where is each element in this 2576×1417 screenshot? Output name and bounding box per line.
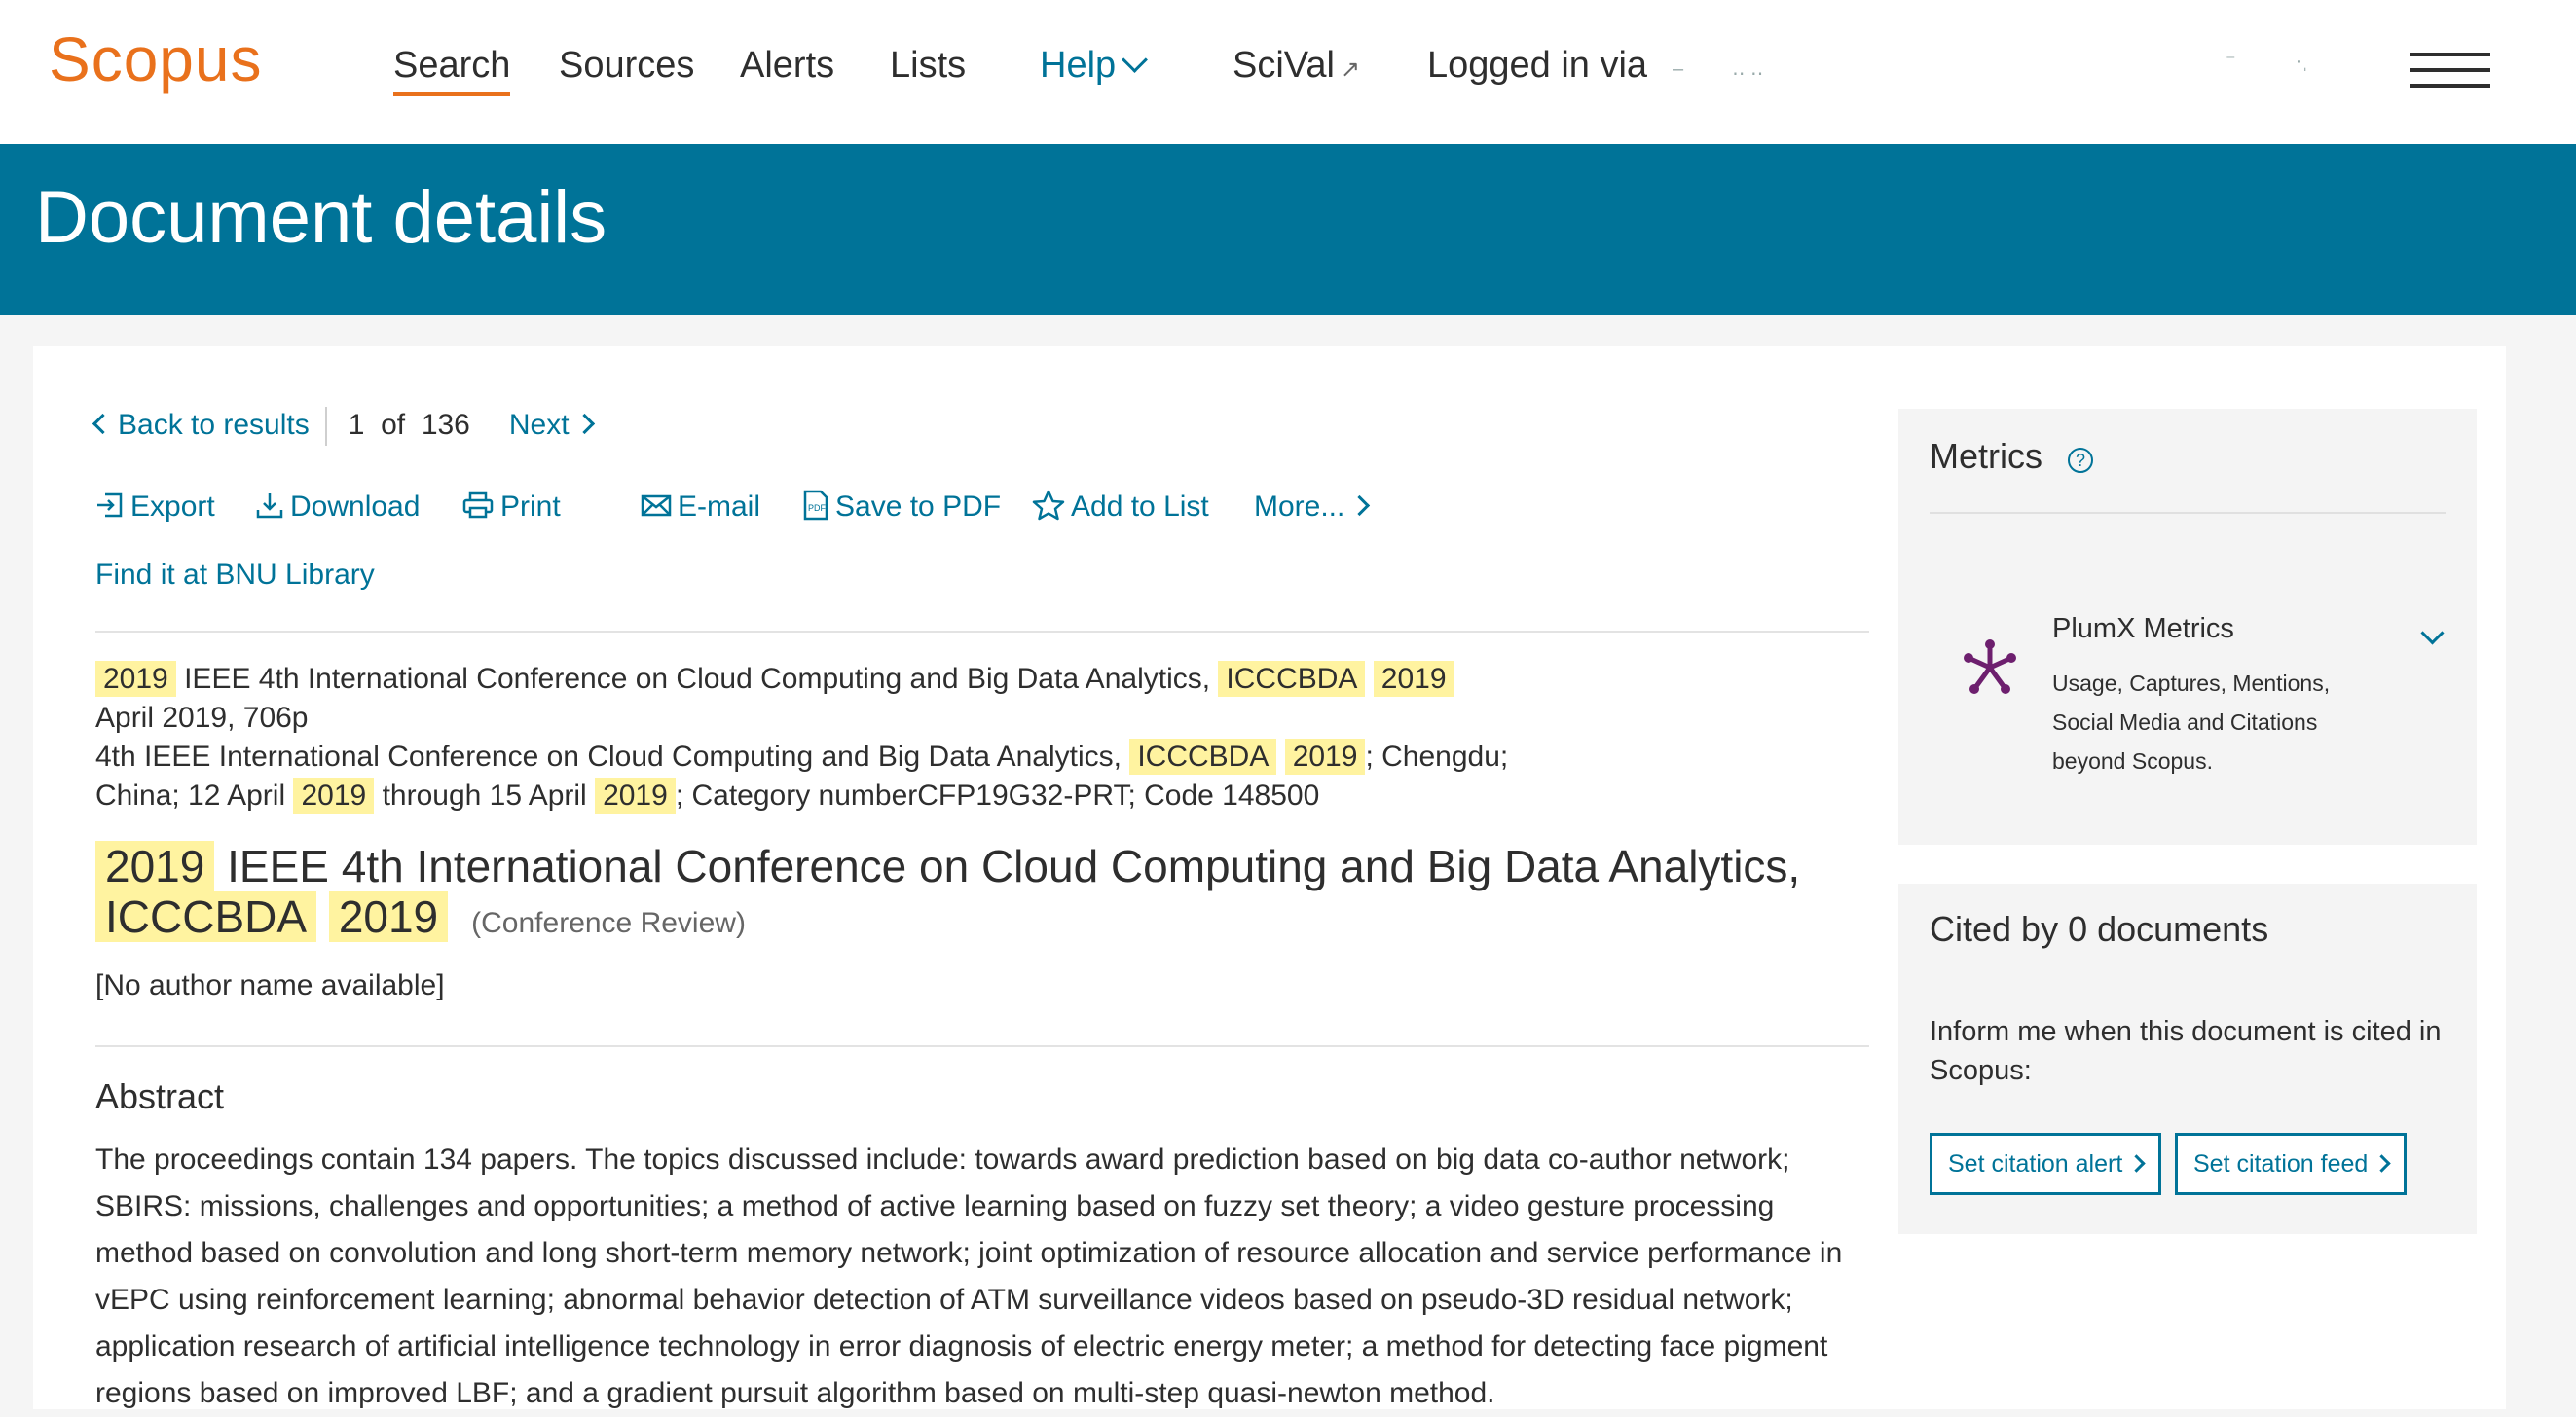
nav-help-label: Help	[1040, 45, 1117, 86]
set-citation-feed-button[interactable]: Set citation feed	[2175, 1133, 2408, 1195]
set-citation-alert-button[interactable]: Set citation alert	[1930, 1133, 2162, 1195]
print-button[interactable]: Print	[461, 490, 561, 524]
nav-scival-label: SciVal	[1233, 45, 1335, 86]
add-to-list-button[interactable]: Add to List	[1032, 490, 1209, 524]
add-to-list-label: Add to List	[1071, 490, 1209, 523]
top-navigation: Scopus Search Sources Alerts Lists Help …	[0, 0, 2576, 144]
cited-by-heading: Cited by 0 documents	[1930, 909, 2269, 949]
source-date: April 2019, 706p	[95, 702, 309, 734]
nav-help[interactable]: Help	[1040, 45, 1149, 87]
chevron-right-icon	[1349, 494, 1371, 517]
plumx-description: Usage, Captures, Mentions, Social Media …	[2052, 671, 2331, 774]
abstract-heading: Abstract	[95, 1076, 225, 1116]
result-position: 1	[348, 408, 365, 441]
chevron-right-icon	[2373, 1154, 2391, 1173]
title-year: 2019	[328, 891, 449, 942]
find-it-link[interactable]: Find it at BNU Library	[95, 559, 375, 592]
citation-feed-label: Set citation feed	[2193, 1150, 2369, 1178]
external-link-icon: ↗	[1340, 56, 1360, 83]
email-icon	[641, 494, 672, 517]
logged-in-label: Logged in via	[1427, 45, 1648, 86]
divider	[1930, 512, 2446, 514]
save-to-pdf-label: Save to PDF	[835, 490, 1002, 523]
abstract-text: The proceedings contain 134 papers. The …	[95, 1144, 1843, 1409]
divider	[95, 631, 1869, 633]
chevron-right-icon	[2127, 1154, 2146, 1173]
nav-scival[interactable]: SciVal ↗	[1233, 45, 1360, 87]
source-year: 2019	[95, 661, 176, 697]
result-of: of	[381, 408, 406, 441]
conference-acronym: ICCCBDA	[1129, 739, 1277, 775]
conference-year: 2019	[595, 778, 676, 814]
menu-icon[interactable]	[2410, 53, 2490, 88]
document-type: (Conference Review)	[471, 907, 746, 939]
conference-dates: China; 12 April	[95, 780, 286, 812]
nav-alerts[interactable]: Alerts	[740, 45, 834, 87]
conference-location: ; Chengdu;	[1365, 741, 1509, 773]
chevron-down-icon	[1122, 47, 1149, 73]
email-button[interactable]: E-mail	[641, 490, 760, 524]
source-acronym: ICCCBDA	[1218, 661, 1366, 697]
cited-by-panel: Cited by 0 documents Inform me when this…	[1898, 884, 2477, 1234]
chevron-down-icon[interactable]	[2420, 621, 2445, 645]
nav-search[interactable]: Search	[393, 45, 511, 96]
authors: [No author name available]	[95, 969, 445, 1001]
divider	[95, 1045, 1869, 1047]
result-total: 136	[421, 408, 470, 441]
conference-year: 2019	[1284, 739, 1366, 775]
page-title: Document details	[35, 176, 607, 259]
result-navigation: Back to results 1 of 136 Next	[92, 407, 595, 446]
page-banner: Document details	[0, 144, 2576, 315]
metrics-panel: Metrics ? PlumX Metrics Usage, Captures,…	[1898, 409, 2477, 845]
user-avatar-placeholder[interactable]: ⁻ ·ˌ	[2226, 49, 2308, 73]
conference-code: ; Category numberCFP19G32-PRT; Code 1485…	[675, 780, 1320, 812]
institution-placeholder: – ‥ ‥	[1673, 58, 1764, 80]
svg-text:PDF: PDF	[808, 503, 827, 513]
plumx-title[interactable]: PlumX Metrics	[2052, 613, 2234, 645]
cited-by-text: Inform me when this document is cited in…	[1930, 1016, 2442, 1086]
back-to-results-label: Back to results	[118, 408, 310, 441]
chevron-right-icon	[573, 413, 595, 435]
plumx-icon	[1964, 639, 2016, 694]
export-label: Export	[130, 490, 215, 523]
conference-dates-end: through 15 April	[382, 780, 587, 812]
back-to-results-link[interactable]: Back to results	[92, 408, 310, 441]
scopus-logo[interactable]: Scopus	[49, 23, 262, 95]
next-result-link[interactable]: Next	[508, 408, 595, 441]
print-label: Print	[500, 490, 561, 523]
chevron-left-icon	[92, 413, 114, 435]
title-text: IEEE 4th International Conference on Clo…	[227, 841, 1801, 891]
nav-lists[interactable]: Lists	[890, 45, 966, 87]
pdf-icon: PDF	[803, 490, 828, 521]
download-label: Download	[290, 490, 421, 523]
download-button[interactable]: Download	[255, 490, 420, 524]
export-button[interactable]: Export	[95, 490, 215, 524]
more-label: More...	[1254, 490, 1345, 523]
source-year: 2019	[1373, 661, 1454, 697]
title-acronym: ICCCBDA	[95, 891, 317, 942]
export-icon	[97, 492, 123, 518]
source-title[interactable]: IEEE 4th International Conference on Clo…	[184, 663, 1210, 695]
metrics-heading: Metrics	[1930, 436, 2042, 476]
more-button[interactable]: More...	[1254, 490, 1371, 524]
print-icon	[462, 491, 494, 519]
nav-sources[interactable]: Sources	[559, 45, 694, 87]
download-icon	[256, 493, 283, 519]
star-icon	[1032, 490, 1065, 521]
title-year: 2019	[95, 841, 215, 891]
help-icon[interactable]: ?	[2068, 448, 2093, 473]
divider	[324, 407, 327, 446]
source-info: 2019 IEEE 4th International Conference o…	[95, 660, 1848, 816]
email-label: E-mail	[678, 490, 761, 523]
next-label: Next	[508, 408, 570, 441]
conference-name: 4th IEEE International Conference on Clo…	[95, 741, 1122, 773]
document-title: 2019 IEEE 4th International Conference o…	[95, 841, 1867, 949]
citation-alert-label: Set citation alert	[1948, 1150, 2123, 1178]
conference-year: 2019	[293, 778, 375, 814]
save-to-pdf-button[interactable]: PDF Save to PDF	[802, 490, 1001, 524]
